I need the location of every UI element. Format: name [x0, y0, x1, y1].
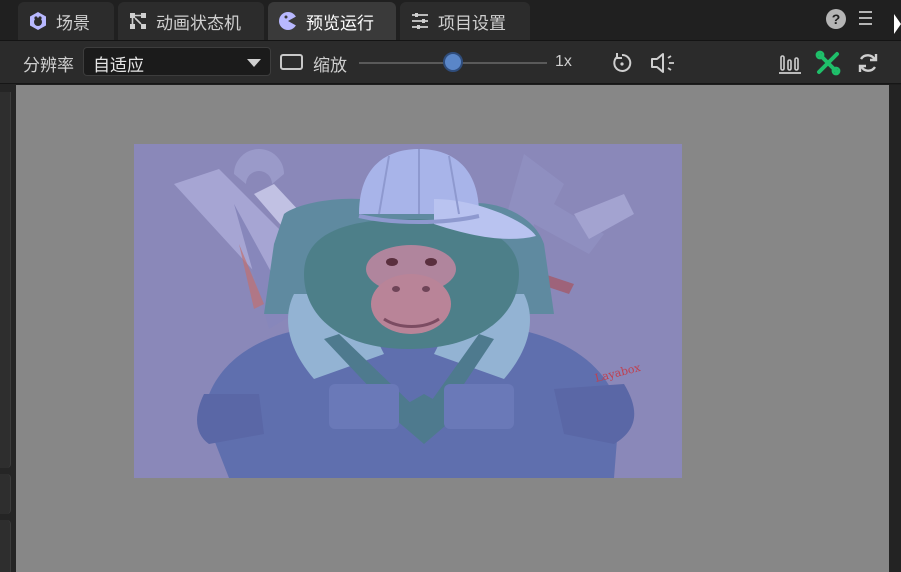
tab-project-settings[interactable]: 项目设置 — [400, 2, 530, 40]
tab-scene[interactable]: 场景 — [18, 2, 114, 40]
right-edge-panel — [889, 85, 901, 572]
zoom-toggle[interactable] — [280, 54, 303, 70]
game-canvas[interactable]: Layabox — [134, 144, 682, 478]
mute-icon[interactable] — [648, 50, 678, 76]
zoom-label: 缩放 — [313, 56, 347, 75]
menu-icon[interactable] — [859, 11, 872, 29]
tab-label: 预览运行 — [306, 13, 374, 33]
expand-arrow-icon[interactable] — [894, 14, 901, 34]
debug-tools-icon[interactable] — [815, 50, 841, 76]
preview-toolbar: 分辨率 自适应 缩放 1x — [0, 41, 901, 84]
side-panel-segment — [0, 474, 11, 514]
reset-icon[interactable] — [609, 50, 635, 76]
state-machine-icon — [128, 11, 148, 31]
resolution-select[interactable]: 自适应 — [83, 47, 271, 76]
tab-preview-run[interactable]: 预览运行 — [268, 2, 396, 40]
gorilla-character-illustration: Layabox — [174, 149, 643, 478]
tab-label: 动画状态机 — [156, 13, 241, 33]
zoom-value: 1x — [555, 53, 572, 70]
tab-label: 场景 — [56, 13, 90, 33]
side-panel-segment — [0, 92, 11, 468]
project-settings-icon — [410, 11, 430, 31]
side-panel-segment — [0, 520, 11, 572]
scene-icon — [28, 11, 48, 31]
shirt-logo-text: Layabox — [594, 361, 643, 385]
stats-icon[interactable] — [777, 50, 803, 76]
preview-run-icon — [278, 11, 298, 31]
left-side-panel — [0, 84, 16, 572]
resolution-value: 自适应 — [93, 56, 144, 75]
tab-animation-state-machine[interactable]: 动画状态机 — [118, 2, 264, 40]
help-icon[interactable]: ? — [826, 9, 846, 29]
zoom-slider-thumb[interactable] — [443, 52, 463, 72]
chevron-down-icon — [247, 59, 261, 67]
tab-bar: 场景 动画状态机 预览运行 项目设置 ? — [0, 0, 901, 41]
tab-label: 项目设置 — [438, 13, 506, 33]
refresh-icon[interactable] — [855, 50, 881, 76]
resolution-label: 分辨率 — [23, 56, 74, 75]
